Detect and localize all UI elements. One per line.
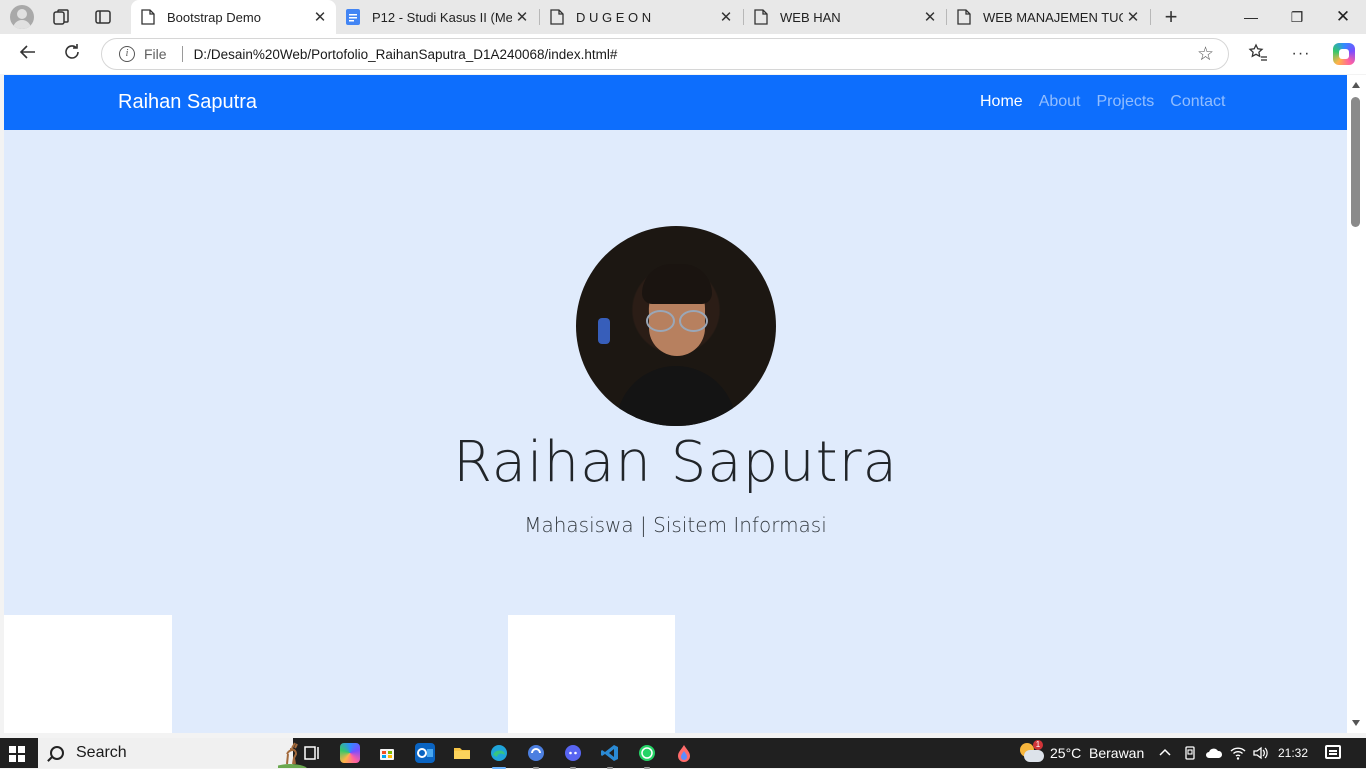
volume-icon[interactable] — [1252, 745, 1268, 761]
weather-condition[interactable]: Berawan — [1089, 738, 1144, 768]
close-tab-icon[interactable]: ✕ — [1123, 8, 1143, 26]
nav-link-contact[interactable]: Contact — [1170, 93, 1225, 111]
search-label: Search — [76, 744, 127, 761]
tab-title: D U G E O N — [576, 9, 652, 25]
vscode-icon[interactable] — [600, 743, 620, 769]
page-scrollbar[interactable] — [1347, 75, 1366, 733]
paint-drop-icon[interactable] — [674, 743, 694, 763]
address-divider — [181, 46, 183, 62]
weather-temp[interactable]: 25°C — [1050, 738, 1081, 768]
nav-link-home[interactable]: Home — [980, 93, 1023, 111]
close-tab-icon[interactable]: ✕ — [310, 8, 330, 26]
restore-icon[interactable]: ❐ — [1274, 0, 1320, 34]
file-explorer-icon[interactable] — [452, 743, 472, 763]
nav-link-about[interactable]: About — [1039, 93, 1081, 111]
scroll-down-icon[interactable] — [1352, 720, 1360, 726]
page-icon — [957, 9, 971, 25]
profile-avatar[interactable] — [10, 5, 34, 29]
copilot-app-icon[interactable] — [340, 743, 360, 763]
tab-bootstrap-demo[interactable]: Bootstrap Demo ✕ — [131, 0, 336, 34]
card-placeholder-left — [4, 615, 172, 733]
copilot-icon[interactable] — [1333, 43, 1355, 65]
url-text[interactable]: D:/Desain%20Web/Portofolio_RaihanSaputra… — [194, 47, 1197, 62]
tab-web-manajemen-tugas[interactable]: WEB MANAJEMEN TUGAS ✕ — [947, 0, 1149, 34]
card-placeholder-middle — [508, 615, 675, 733]
browser-app-icon[interactable] — [526, 743, 546, 769]
close-tab-icon[interactable]: ✕ — [716, 8, 736, 26]
back-icon[interactable] — [16, 42, 40, 66]
photo-glasses — [646, 310, 708, 332]
photo-shirt — [616, 366, 736, 426]
profile-photo — [576, 226, 776, 426]
weather-icon[interactable]: 1 — [1018, 740, 1044, 763]
more-options-icon[interactable]: ··· — [1290, 43, 1312, 65]
docs-icon — [346, 9, 360, 25]
browser-tab-strip: Bootstrap Demo ✕ P12 - Studi Kasus II (M… — [0, 0, 1366, 34]
tab-p12-studi-kasus[interactable]: P12 - Studi Kasus II (Memb ✕ — [336, 0, 538, 34]
page-icon — [141, 9, 155, 25]
tab-actions-icon[interactable] — [94, 8, 112, 26]
onedrive-cloud-icon[interactable] — [1205, 745, 1223, 761]
windows-taskbar: Search 1 25°C Berawan 21:32 — [0, 738, 1366, 769]
search-icon — [50, 746, 64, 760]
scrollbar-thumb[interactable] — [1351, 97, 1360, 227]
browser-toolbar: i File D:/Desain%20Web/Portofolio_Raihan… — [0, 34, 1366, 74]
close-window-icon[interactable]: ✕ — [1320, 0, 1366, 34]
tab-web-han[interactable]: WEB HAN ✕ — [744, 0, 946, 34]
chevron-up-icon[interactable] — [1157, 745, 1173, 761]
device-icon[interactable] — [1182, 745, 1198, 761]
favorite-star-icon[interactable]: ☆ — [1197, 43, 1214, 66]
weather-badge: 1 — [1033, 740, 1043, 750]
site-info-icon[interactable]: i — [119, 46, 135, 62]
workspaces-icon[interactable] — [52, 8, 70, 26]
navbar-brand[interactable]: Raihan Saputra — [118, 91, 257, 114]
hero-subtitle: Mahasiswa | Sisitem Informasi — [524, 513, 827, 537]
close-tab-icon[interactable]: ✕ — [512, 8, 532, 26]
tab-title: WEB MANAJEMEN TUGAS — [983, 9, 1123, 25]
tab-separator — [1150, 9, 1151, 25]
tab-title: Bootstrap Demo — [167, 9, 261, 25]
photo-background-light — [598, 318, 610, 344]
scroll-up-icon[interactable] — [1352, 82, 1360, 88]
close-tab-icon[interactable]: ✕ — [920, 8, 940, 26]
task-view-icon[interactable] — [302, 743, 322, 763]
discord-icon[interactable] — [563, 743, 583, 769]
outlook-icon[interactable] — [415, 743, 435, 763]
page-viewport: Raihan Saputra Home About Projects Conta… — [4, 75, 1347, 733]
edge-icon[interactable] — [489, 743, 509, 769]
page-icon — [754, 9, 768, 25]
tab-title: WEB HAN — [780, 9, 841, 25]
nav-link-projects[interactable]: Projects — [1097, 93, 1155, 111]
tab-dugeon[interactable]: D U G E O N ✕ — [540, 0, 742, 34]
refresh-icon[interactable] — [60, 42, 84, 66]
scheme-label: File — [144, 46, 167, 62]
site-navbar: Raihan Saputra Home About Projects Conta… — [4, 75, 1347, 130]
windows-start-icon[interactable] — [9, 746, 25, 762]
clock-time[interactable]: 21:32 — [1278, 738, 1308, 768]
address-bar[interactable]: i File D:/Desain%20Web/Portofolio_Raihan… — [101, 38, 1229, 70]
navbar-links: Home About Projects Contact — [980, 93, 1241, 111]
photo-hair — [642, 264, 712, 304]
whatsapp-icon[interactable] — [637, 743, 657, 769]
hero-name: Raihan Saputra — [453, 430, 898, 495]
store-icon[interactable] — [377, 743, 397, 763]
notification-center-icon[interactable] — [1325, 745, 1341, 759]
tab-title: P12 - Studi Kasus II (Memb — [372, 9, 512, 25]
minimize-icon[interactable]: — — [1228, 0, 1274, 34]
taskbar-search[interactable]: Search — [38, 738, 307, 768]
favorites-icon[interactable] — [1247, 43, 1269, 65]
page-icon — [550, 9, 564, 25]
new-tab-icon[interactable]: + — [1162, 6, 1180, 28]
wifi-icon[interactable] — [1230, 745, 1246, 761]
